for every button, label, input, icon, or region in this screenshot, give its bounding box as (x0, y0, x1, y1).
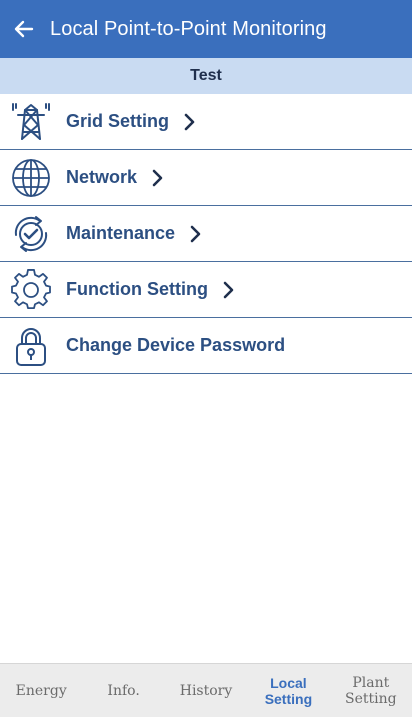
page-title: Local Point-to-Point Monitoring (50, 17, 327, 40)
menu-item-function-setting[interactable]: Function Setting (0, 262, 412, 318)
menu-item-grid-setting[interactable]: Grid Setting (0, 94, 412, 150)
menu-item-label: Network (66, 167, 138, 187)
tab-local-setting[interactable]: Local Setting (247, 664, 329, 717)
tab-info[interactable]: Info. (82, 664, 164, 717)
menu-item-network[interactable]: Network (0, 150, 412, 206)
chevron-right-icon (151, 169, 163, 187)
menu-item-label: Change Device Password (66, 335, 286, 355)
chevron-right-icon (183, 113, 195, 131)
transmission-tower-icon (8, 99, 54, 145)
menu-item-label: Function Setting (66, 279, 208, 299)
lock-icon (8, 323, 54, 369)
tab-energy[interactable]: Energy (0, 664, 82, 717)
bottom-nav: Energy Info. History Local Setting Plant… (0, 663, 412, 717)
gear-icon (8, 267, 54, 313)
arrow-left-icon (14, 20, 34, 38)
menu-item-maintenance[interactable]: Maintenance (0, 206, 412, 262)
globe-icon (8, 155, 54, 201)
back-button[interactable] (0, 0, 48, 58)
menu-item-label: Maintenance (66, 223, 176, 243)
menu-item-label: Grid Setting (66, 111, 169, 131)
settings-menu: Grid Setting Network Maintenance Functio… (0, 94, 412, 374)
chevron-right-icon (189, 225, 201, 243)
tab-history[interactable]: History (165, 664, 247, 717)
app-bar: Local Point-to-Point Monitoring (0, 0, 412, 58)
device-name: Test (0, 58, 412, 94)
menu-item-change-device-password[interactable]: Change Device Password (0, 318, 412, 374)
tab-plant-setting[interactable]: Plant Setting (330, 664, 412, 717)
refresh-check-icon (8, 211, 54, 257)
chevron-right-icon (222, 281, 234, 299)
